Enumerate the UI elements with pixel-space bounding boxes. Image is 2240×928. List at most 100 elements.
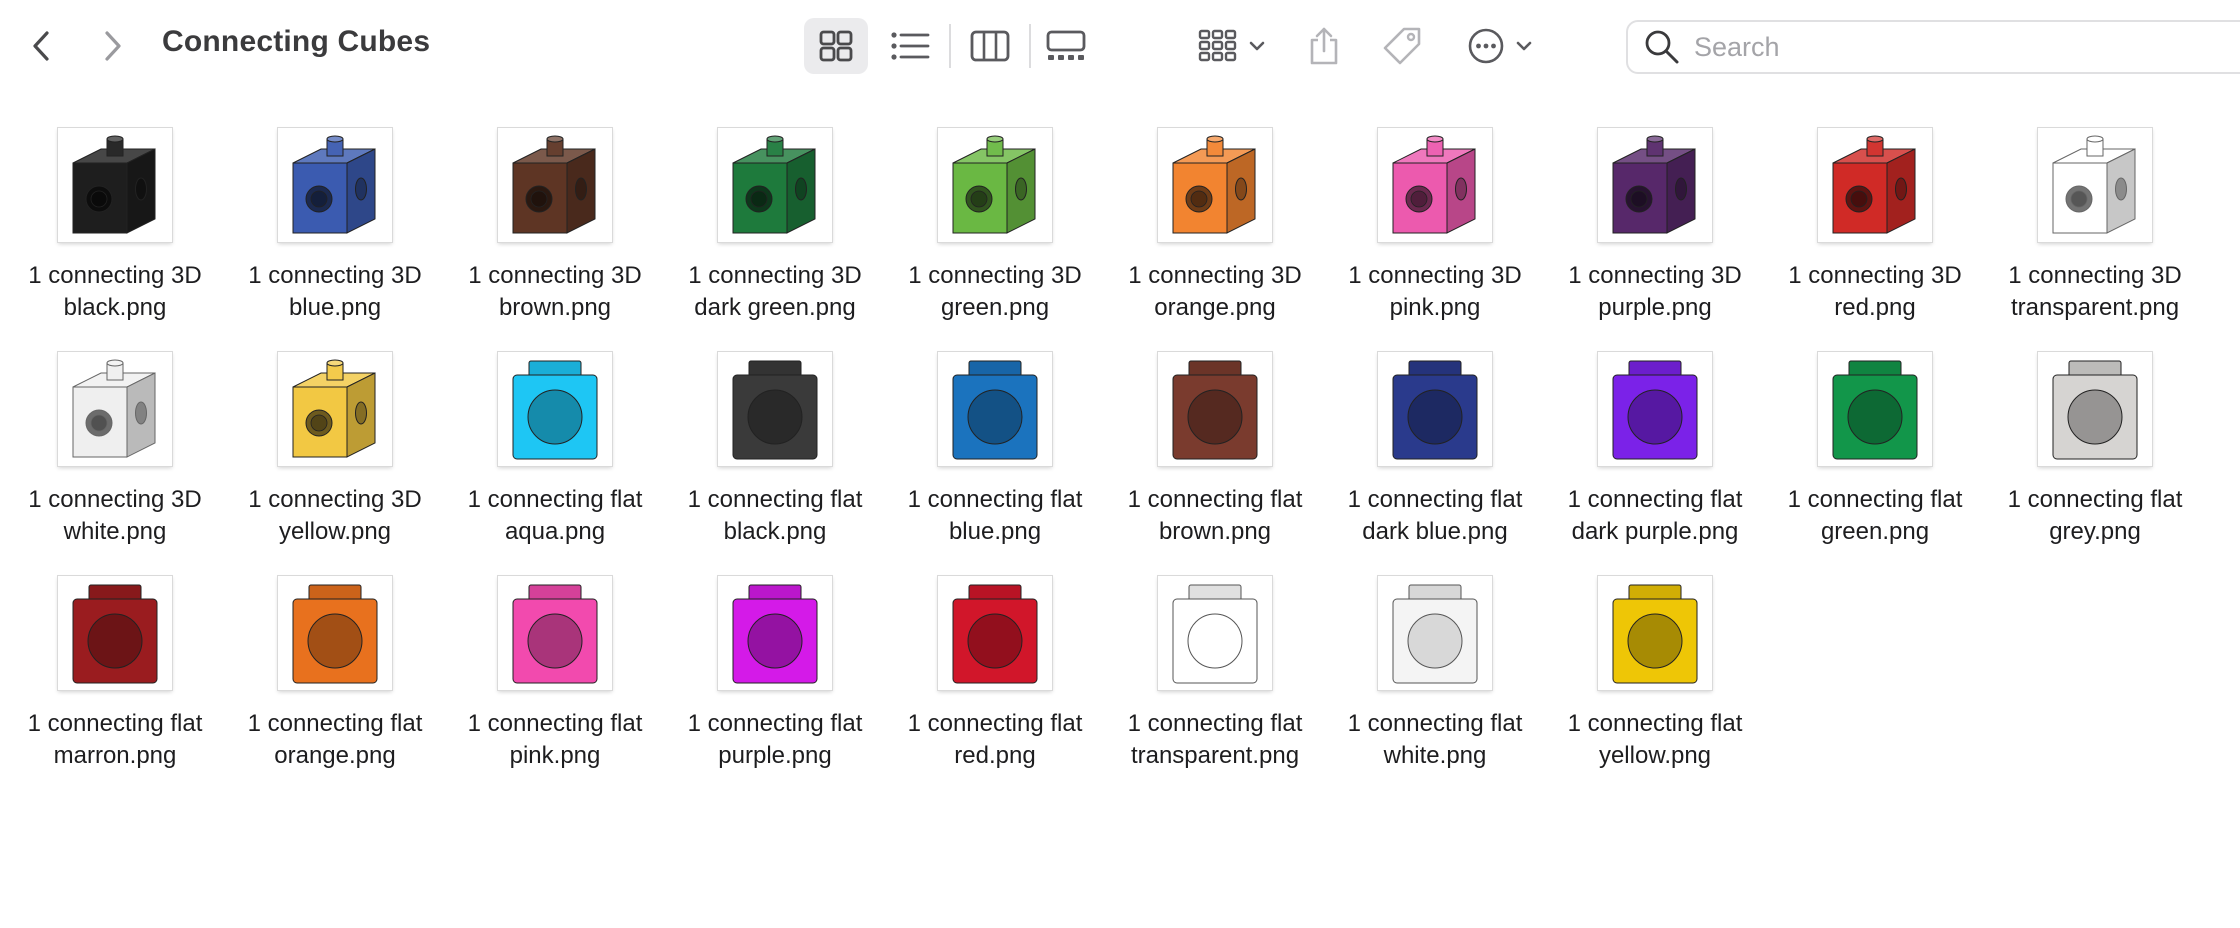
file-name[interactable]: 1 connecting 3D black.png — [5, 260, 225, 324]
file-item[interactable]: 1 connecting flat pink.png — [445, 576, 665, 776]
file-thumbnail[interactable] — [1158, 128, 1272, 242]
file-name[interactable]: 1 connecting 3D blue.png — [225, 260, 445, 324]
file-item[interactable]: 1 connecting 3D transparent.png — [1985, 128, 2205, 328]
file-item[interactable]: 1 connecting 3D red.png — [1765, 128, 1985, 328]
share-button[interactable] — [1306, 18, 1342, 74]
file-name[interactable]: 1 connecting flat green.png — [1765, 484, 1985, 548]
file-item[interactable]: 1 connecting flat brown.png — [1105, 352, 1325, 552]
file-item[interactable]: 1 connecting 3D yellow.png — [225, 352, 445, 552]
cube-3d-image — [512, 135, 596, 234]
file-thumbnail[interactable] — [58, 128, 172, 242]
file-name[interactable]: 1 connecting 3D white.png — [5, 484, 225, 548]
file-thumbnail[interactable] — [1378, 128, 1492, 242]
file-item[interactable]: 1 connecting flat marron.png — [5, 576, 225, 776]
file-name[interactable]: 1 connecting flat dark blue.png — [1325, 484, 1545, 548]
file-name[interactable]: 1 connecting 3D pink.png — [1325, 260, 1545, 324]
search-field[interactable] — [1626, 20, 2240, 74]
tag-button[interactable] — [1378, 18, 1426, 74]
file-name-line: 1 connecting 3D — [248, 486, 422, 513]
file-thumbnail[interactable] — [1598, 352, 1712, 466]
file-name[interactable]: 1 connecting flat blue.png — [885, 484, 1105, 548]
file-name[interactable]: 1 connecting flat pink.png — [445, 708, 665, 772]
file-thumbnail[interactable] — [1598, 576, 1712, 690]
group-by-button[interactable] — [1194, 18, 1270, 74]
file-item[interactable]: 1 connecting 3D black.png — [5, 128, 225, 328]
file-name[interactable]: 1 connecting flat aqua.png — [445, 484, 665, 548]
file-item[interactable]: 1 connecting 3D blue.png — [225, 128, 445, 328]
file-name[interactable]: 1 connecting flat grey.png — [1985, 484, 2205, 548]
file-name[interactable]: 1 connecting 3D dark green.png — [665, 260, 885, 324]
file-name[interactable]: 1 connecting 3D yellow.png — [225, 484, 445, 548]
file-name[interactable]: 1 connecting flat purple.png — [665, 708, 885, 772]
file-name[interactable]: 1 connecting 3D purple.png — [1545, 260, 1765, 324]
file-thumbnail[interactable] — [1158, 576, 1272, 690]
file-name[interactable]: 1 connecting flat transparent.png — [1105, 708, 1325, 772]
file-item[interactable]: 1 connecting flat red.png — [885, 576, 1105, 776]
file-name[interactable]: 1 connecting flat dark purple.png — [1545, 484, 1765, 548]
file-thumbnail[interactable] — [498, 352, 612, 466]
file-item[interactable]: 1 connecting 3D purple.png — [1545, 128, 1765, 328]
file-thumbnail[interactable] — [278, 352, 392, 466]
file-item[interactable]: 1 connecting 3D orange.png — [1105, 128, 1325, 328]
file-thumbnail[interactable] — [498, 576, 612, 690]
file-item[interactable]: 1 connecting flat dark blue.png — [1325, 352, 1545, 552]
file-thumbnail[interactable] — [718, 352, 832, 466]
file-thumbnail[interactable] — [938, 128, 1052, 242]
file-item[interactable]: 1 connecting flat aqua.png — [445, 352, 665, 552]
file-name[interactable]: 1 connecting 3D brown.png — [445, 260, 665, 324]
file-thumbnail[interactable] — [718, 128, 832, 242]
file-name[interactable]: 1 connecting 3D red.png — [1765, 260, 1985, 324]
file-item[interactable]: 1 connecting 3D dark green.png — [665, 128, 885, 328]
file-item[interactable]: 1 connecting 3D white.png — [5, 352, 225, 552]
file-name[interactable]: 1 connecting 3D orange.png — [1105, 260, 1325, 324]
file-thumbnail[interactable] — [58, 576, 172, 690]
file-thumbnail[interactable] — [278, 576, 392, 690]
file-thumbnail[interactable] — [1818, 352, 1932, 466]
file-name[interactable]: 1 connecting flat red.png — [885, 708, 1105, 772]
file-item[interactable]: 1 connecting flat grey.png — [1985, 352, 2205, 552]
file-name[interactable]: 1 connecting 3D green.png — [885, 260, 1105, 324]
list-view-button[interactable] — [878, 18, 942, 74]
file-item[interactable]: 1 connecting flat yellow.png — [1545, 576, 1765, 776]
file-item[interactable]: 1 connecting flat white.png — [1325, 576, 1545, 776]
file-item[interactable]: 1 connecting flat blue.png — [885, 352, 1105, 552]
file-name[interactable]: 1 connecting flat yellow.png — [1545, 708, 1765, 772]
file-name[interactable]: 1 connecting flat orange.png — [225, 708, 445, 772]
file-item[interactable]: 1 connecting flat purple.png — [665, 576, 885, 776]
more-actions-button[interactable] — [1462, 18, 1538, 74]
file-item[interactable]: 1 connecting 3D green.png — [885, 128, 1105, 328]
file-name[interactable]: 1 connecting flat marron.png — [5, 708, 225, 772]
file-thumbnail[interactable] — [498, 128, 612, 242]
file-item[interactable]: 1 connecting flat orange.png — [225, 576, 445, 776]
file-item[interactable]: 1 connecting 3D pink.png — [1325, 128, 1545, 328]
file-thumbnail[interactable] — [58, 352, 172, 466]
file-thumbnail[interactable] — [1598, 128, 1712, 242]
back-button[interactable] — [18, 22, 66, 70]
file-item[interactable]: 1 connecting flat dark purple.png — [1545, 352, 1765, 552]
icon-view-button[interactable] — [804, 18, 868, 74]
file-name[interactable]: 1 connecting 3D transparent.png — [1985, 260, 2205, 324]
file-thumbnail[interactable] — [938, 352, 1052, 466]
forward-button[interactable] — [88, 22, 136, 70]
file-name-line: dark purple.png — [1571, 518, 1739, 545]
file-name[interactable]: 1 connecting flat black.png — [665, 484, 885, 548]
file-thumbnail[interactable] — [1378, 352, 1492, 466]
file-name[interactable]: 1 connecting flat white.png — [1325, 708, 1545, 772]
gallery-view-button[interactable] — [1034, 18, 1098, 74]
file-thumbnail[interactable] — [718, 576, 832, 690]
file-thumbnail[interactable] — [938, 576, 1052, 690]
file-item[interactable]: 1 connecting 3D brown.png — [445, 128, 665, 328]
file-thumbnail[interactable] — [2038, 128, 2152, 242]
file-item[interactable]: 1 connecting flat black.png — [665, 352, 885, 552]
file-thumbnail[interactable] — [1158, 352, 1272, 466]
cube-flat-image — [1612, 360, 1698, 460]
file-name[interactable]: 1 connecting flat brown.png — [1105, 484, 1325, 548]
file-thumbnail[interactable] — [1818, 128, 1932, 242]
column-view-button[interactable] — [958, 18, 1022, 74]
file-item[interactable]: 1 connecting flat transparent.png — [1105, 576, 1325, 776]
search-input[interactable] — [1692, 30, 2096, 64]
file-thumbnail[interactable] — [278, 128, 392, 242]
file-thumbnail[interactable] — [2038, 352, 2152, 466]
file-item[interactable]: 1 connecting flat green.png — [1765, 352, 1985, 552]
file-thumbnail[interactable] — [1378, 576, 1492, 690]
